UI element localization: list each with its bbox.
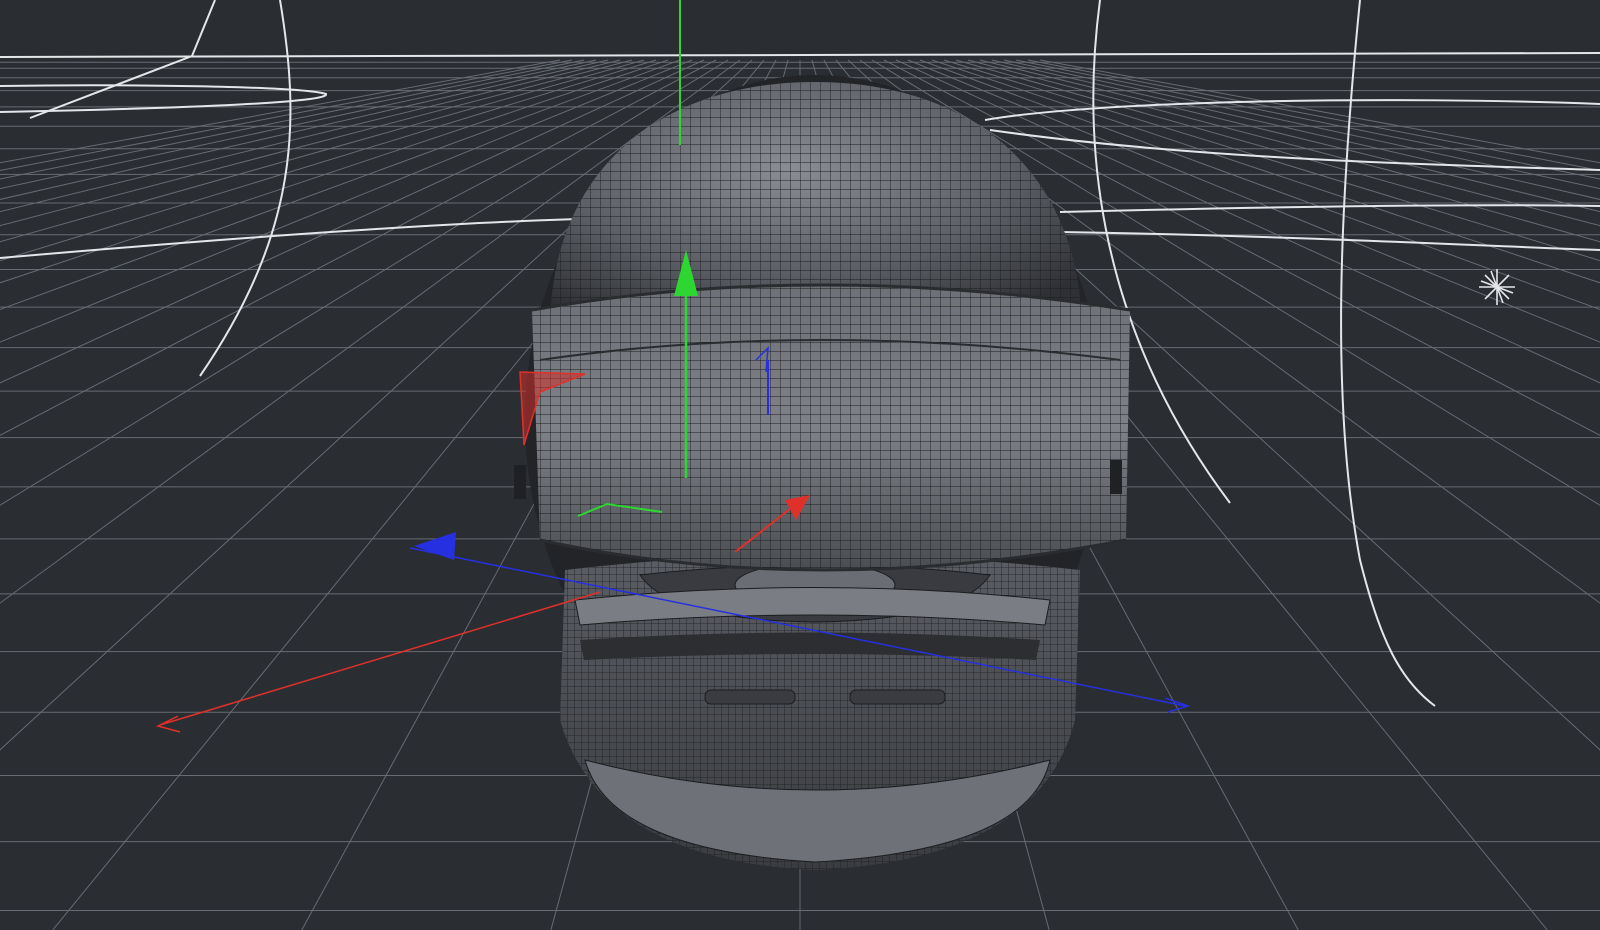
helmet-visor — [514, 283, 1131, 572]
grid-line — [0, 59, 597, 190]
grid-line — [0, 59, 621, 213]
helmet-chin — [560, 555, 1080, 870]
gizmo-x-axis-line[interactable] — [159, 591, 601, 726]
vent-left — [704, 689, 796, 705]
gizmo-x-end-icon — [155, 715, 181, 733]
3d-viewport[interactable] — [0, 0, 1600, 930]
helmet-mesh — [514, 75, 1131, 870]
vent-right — [849, 689, 946, 705]
light-star-icon[interactable] — [1479, 269, 1515, 305]
gizmo-z-arrow-icon[interactable] — [414, 532, 456, 560]
grid-line — [0, 59, 561, 164]
scene-canvas[interactable] — [0, 0, 1600, 930]
